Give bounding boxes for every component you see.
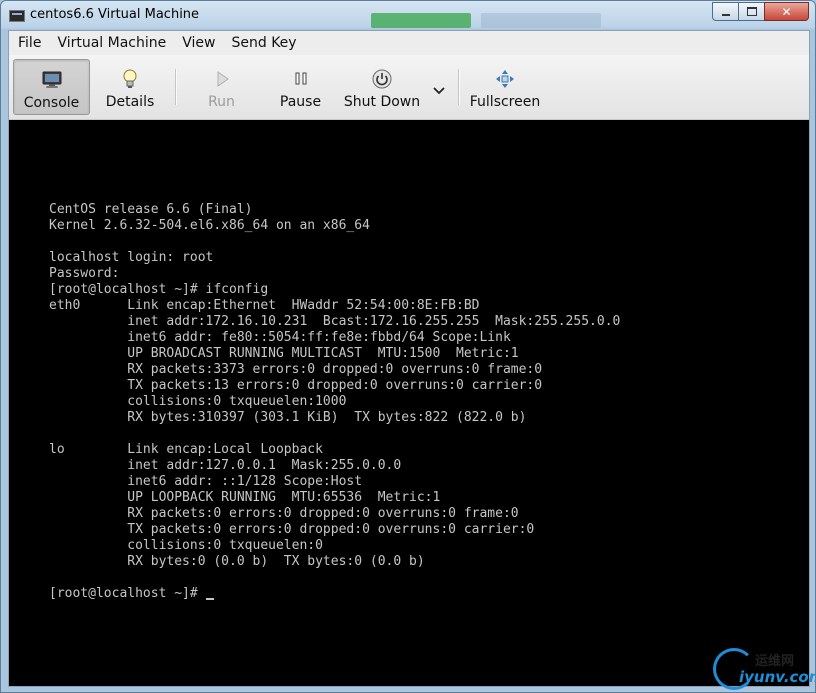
- terminal-line: RX bytes:0 (0.0 b) TX bytes:0 (0.0 b): [49, 554, 425, 569]
- fullscreen-icon: [496, 70, 514, 88]
- close-button[interactable]: ✕: [764, 2, 809, 21]
- toolbar-separator: [458, 69, 460, 105]
- menu-view[interactable]: View: [173, 31, 222, 55]
- shutdown-menu-button[interactable]: [427, 59, 451, 113]
- minimize-button[interactable]: [712, 2, 739, 21]
- terminal-line: eth0 Link encap:Ethernet HWaddr 52:54:00…: [49, 298, 480, 313]
- terminal-line: inet6 addr: fe80::5054:ff:fe8e:fbbd/64 S…: [49, 330, 511, 345]
- title-bar[interactable]: centos6.6 Virtual Machine ✕: [1, 1, 815, 30]
- terminal-line: UP BROADCAST RUNNING MULTICAST MTU:1500 …: [49, 346, 519, 361]
- watermark-cn-text: 运维网: [755, 654, 795, 669]
- terminal-line: UP LOOPBACK RUNNING MTU:65536 Metric:1: [49, 490, 441, 505]
- terminal-line: inet addr:127.0.0.1 Mask:255.0.0.0: [49, 458, 402, 473]
- window-client-area: File Virtual Machine View Send Key Conso…: [8, 30, 810, 687]
- console-label: Console: [23, 95, 80, 111]
- vm-app-icon: [9, 10, 25, 22]
- terminal-line: inet6 addr: ::1/128 Scope:Host: [49, 474, 363, 489]
- terminal-line: localhost login: root: [49, 250, 214, 265]
- details-label: Details: [105, 94, 155, 110]
- terminal-line: CentOS release 6.6 (Final): [49, 202, 253, 217]
- power-icon: [372, 69, 392, 89]
- title-bar-decoration: [481, 13, 601, 28]
- vm-window: centos6.6 Virtual Machine ✕ File Virtual…: [0, 0, 816, 693]
- terminal-line: collisions:0 txqueuelen:1000: [49, 394, 347, 409]
- menu-bar: File Virtual Machine View Send Key: [9, 31, 809, 55]
- toolbar: Console Details Run Pause Shut Down Full…: [9, 55, 809, 120]
- pause-button[interactable]: Pause: [263, 59, 338, 113]
- maximize-icon: [746, 7, 757, 16]
- terminal-line: inet addr:172.16.10.231 Bcast:172.16.255…: [49, 314, 621, 329]
- lightbulb-icon: [123, 69, 137, 88]
- run-label: Run: [208, 94, 235, 110]
- terminal-output: CentOS release 6.6 (Final) Kernel 2.6.32…: [49, 202, 620, 602]
- console-button[interactable]: Console: [13, 59, 90, 115]
- terminal-line: Kernel 2.6.32-504.el6.x86_64 on an x86_6…: [49, 218, 370, 233]
- minimize-icon: [721, 13, 730, 16]
- toolbar-separator: [175, 69, 177, 105]
- chevron-down-icon: [433, 87, 445, 95]
- play-icon: [217, 71, 229, 87]
- maximize-button[interactable]: [738, 2, 765, 21]
- terminal-line: RX packets:3373 errors:0 dropped:0 overr…: [49, 362, 543, 377]
- details-button[interactable]: Details: [91, 59, 169, 113]
- shutdown-button[interactable]: Shut Down: [341, 59, 423, 113]
- menu-virtual-machine[interactable]: Virtual Machine: [48, 31, 173, 55]
- terminal-line: [root@localhost ~]# ifconfig: [49, 282, 269, 297]
- terminal-line: collisions:0 txqueuelen:0: [49, 538, 323, 553]
- terminal-cursor: [205, 598, 214, 600]
- vm-console-display[interactable]: CentOS release 6.6 (Final) Kernel 2.6.32…: [9, 120, 809, 686]
- shutdown-label: Shut Down: [343, 94, 421, 110]
- fullscreen-button[interactable]: Fullscreen: [467, 59, 543, 113]
- site-watermark-logo: 运维网 iyunv.com: [711, 646, 816, 691]
- run-button[interactable]: Run: [184, 59, 259, 113]
- terminal-line: Password:: [49, 266, 120, 281]
- monitor-icon: [42, 71, 61, 88]
- pause-icon: [295, 72, 306, 85]
- watermark-en-text: iyunv.com: [739, 668, 816, 686]
- menu-send-key[interactable]: Send Key: [222, 31, 303, 55]
- terminal-line: lo Link encap:Local Loopback: [49, 442, 323, 457]
- title-bar-decoration: [371, 13, 471, 28]
- terminal-prompt: [root@localhost ~]#: [49, 586, 206, 601]
- fullscreen-label: Fullscreen: [469, 94, 541, 110]
- pause-label: Pause: [279, 94, 322, 110]
- window-title: centos6.6 Virtual Machine: [30, 7, 200, 22]
- close-icon: ✕: [781, 4, 792, 19]
- terminal-line: TX packets:0 errors:0 dropped:0 overruns…: [49, 522, 535, 537]
- menu-file[interactable]: File: [9, 31, 48, 55]
- window-controls: ✕: [712, 2, 809, 21]
- terminal-line: RX bytes:310397 (303.1 KiB) TX bytes:822…: [49, 410, 527, 425]
- terminal-line: RX packets:0 errors:0 dropped:0 overruns…: [49, 506, 519, 521]
- terminal-line: TX packets:13 errors:0 dropped:0 overrun…: [49, 378, 543, 393]
